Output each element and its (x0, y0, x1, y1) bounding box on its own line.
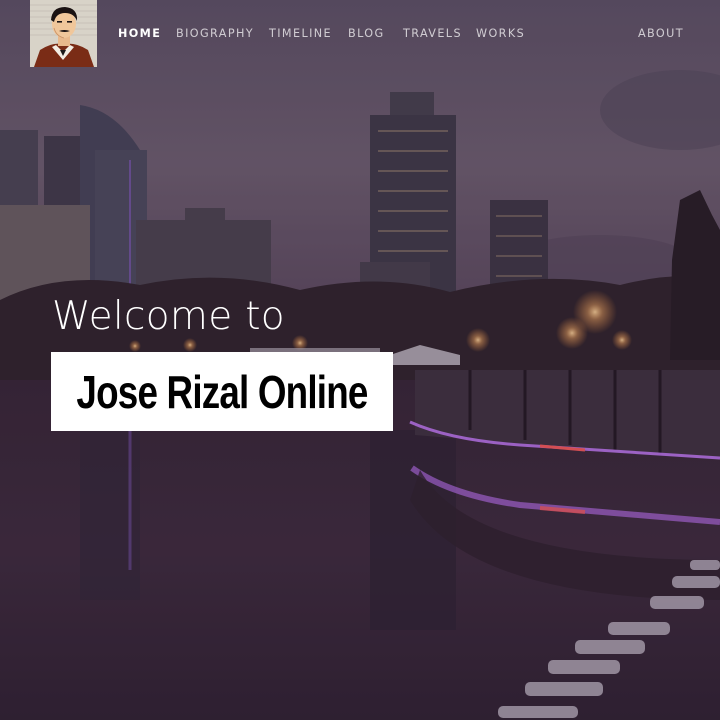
site-title-box: Jose Rizal Online (51, 352, 393, 431)
nav-biography[interactable]: BIOGRAPHY (176, 27, 254, 40)
top-navigation: HOME BIOGRAPHY TIMELINE BLOG TRAVELS WOR… (0, 0, 720, 68)
rizal-portrait-icon (30, 0, 97, 67)
nav-timeline[interactable]: TIMELINE (269, 27, 332, 40)
site-title: Jose Rizal Online (76, 365, 368, 418)
site-logo[interactable] (30, 0, 97, 67)
nav-about[interactable]: ABOUT (638, 27, 684, 40)
nav-works[interactable]: WORKS (476, 27, 525, 40)
nav-travels[interactable]: TRAVELS (403, 27, 462, 40)
hero-section: HOME BIOGRAPHY TIMELINE BLOG TRAVELS WOR… (0, 0, 720, 720)
welcome-heading: Welcome to (52, 294, 285, 339)
nav-blog[interactable]: BLOG (348, 27, 385, 40)
nav-home[interactable]: HOME (118, 27, 161, 40)
